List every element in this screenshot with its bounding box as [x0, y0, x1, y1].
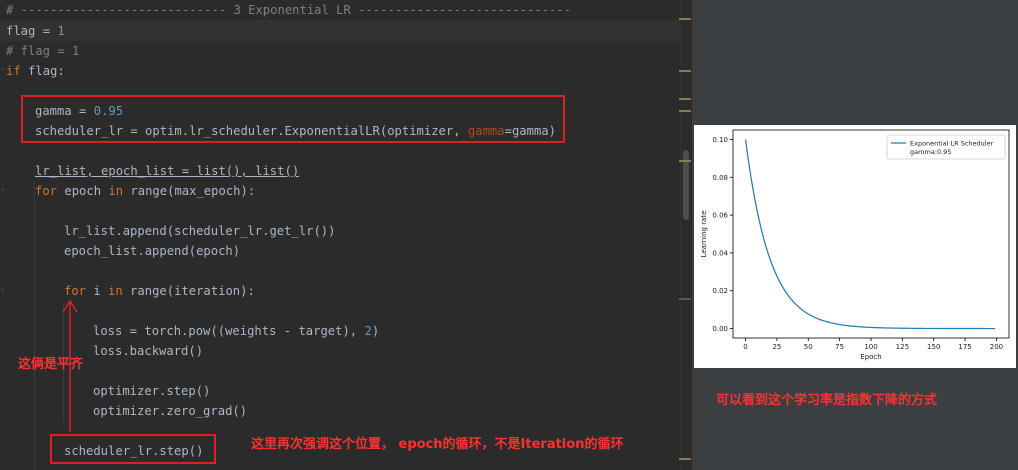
code-line-for-epoch[interactable]: for epoch in range(max_epoch):: [35, 181, 255, 201]
flag-comment: # flag = 1: [6, 44, 80, 58]
loss-expr-end: ): [371, 324, 380, 338]
zero-grad-call: optimizer.zero_grad(): [93, 404, 248, 418]
highlight-box-scheduler: [21, 95, 565, 143]
y-tick-label: 0.10: [712, 136, 728, 144]
code-line-append-epoch[interactable]: epoch_list.append(epoch): [64, 241, 240, 261]
lr-chart-svg: 0 25 50 75 100 125 150 175 200 0.00 0.02 0.04 0.06 0…: [700, 129, 1010, 361]
aligned-note: 这俩是平齐: [18, 357, 84, 372]
y-tick-label: 0.02: [712, 287, 728, 295]
equals-op: =: [35, 24, 58, 38]
list-assign: lr_list, epoch_list =: [35, 164, 197, 178]
code-line-lists[interactable]: lr_list, epoch_list = list(), list(): [35, 161, 299, 181]
current-line-highlight: [0, 20, 680, 41]
x-tick-label: 75: [835, 343, 844, 351]
code-line-opt-step[interactable]: optimizer.step(): [93, 381, 210, 401]
code-line-loss[interactable]: loss = torch.pow((weights - target), 2): [93, 321, 379, 341]
plot-frame: [732, 129, 1010, 339]
loss-expr: loss = torch.pow((weights - target),: [93, 324, 365, 338]
code-line-4[interactable]: if flag:: [6, 61, 65, 81]
power-value: 2: [364, 324, 372, 338]
if-condition: flag:: [20, 64, 65, 78]
loop-var: epoch: [57, 184, 109, 198]
fold-icon[interactable]: ◦: [0, 287, 5, 296]
y-axis-label: Learning rate: [700, 211, 708, 258]
append-epoch-call: epoch_list.append(epoch): [64, 244, 241, 258]
for-keyword: for: [35, 184, 58, 198]
flag-value: 1: [57, 24, 65, 38]
indent-guide: [34, 182, 35, 470]
code-line-backward[interactable]: loss.backward(): [93, 341, 203, 361]
append-lr-call: lr_list.append(scheduler_lr.get_lr()): [64, 224, 336, 238]
backward-call: loss.backward(): [93, 344, 204, 358]
for-keyword: for: [64, 284, 87, 298]
y-tick-label: 0.06: [712, 212, 728, 220]
error-stripe-marker[interactable]: [679, 160, 691, 162]
error-stripe-marker[interactable]: [679, 110, 691, 112]
legend-label-gamma: gamma:0.95: [910, 148, 951, 156]
code-line-1[interactable]: # ---------------------------- 3 Exponen…: [6, 0, 571, 20]
fold-icon[interactable]: ◦: [0, 187, 5, 196]
in-keyword: in: [108, 184, 124, 198]
y-tick-label: 0.04: [712, 249, 728, 257]
comment-header: # ---------------------------- 3 Exponen…: [6, 3, 571, 17]
code-line-2[interactable]: flag = 1: [6, 21, 65, 41]
fold-icon[interactable]: ◦: [0, 67, 5, 76]
error-stripe-marker[interactable]: [679, 458, 691, 460]
x-tick-label: 25: [772, 343, 781, 351]
lr-curve: [744, 139, 996, 330]
x-tick-label: 200: [990, 343, 1003, 351]
range-call: range(iteration):: [122, 284, 255, 298]
loop-var: i: [86, 284, 109, 298]
code-line-for-i[interactable]: for i in range(iteration):: [64, 281, 255, 301]
x-tick-label: 100: [864, 343, 877, 351]
code-line-zero-grad[interactable]: optimizer.zero_grad(): [93, 401, 247, 421]
x-tick-label: 175: [958, 343, 971, 351]
code-line-3[interactable]: # flag = 1: [6, 41, 79, 61]
in-keyword: in: [108, 284, 123, 298]
y-tick-label: 0.08: [712, 174, 728, 182]
optimizer-step-call: optimizer.step(): [93, 384, 211, 398]
code-editor[interactable]: # ---------------------------- 3 Exponen…: [0, 0, 692, 470]
if-keyword: if: [6, 64, 21, 78]
error-stripe-marker[interactable]: [679, 18, 691, 20]
x-tick-label: 0: [743, 343, 747, 351]
range-call: range(max_epoch):: [123, 184, 256, 198]
emphasis-note: 这里再次强调这个位置， epoch的循环，不是Iteration的循环: [251, 437, 624, 452]
error-stripe-marker[interactable]: [679, 70, 691, 72]
x-tick-label: 50: [804, 343, 813, 351]
flag-variable: flag: [6, 24, 36, 38]
legend-label: Exponential LR Scheduler: [910, 140, 994, 148]
lr-chart: 0 25 50 75 100 125 150 175 200 0.00 0.02 0.04 0.06 0…: [694, 125, 1016, 368]
highlight-box-scheduler-step: [50, 434, 216, 464]
legend: Exponential LR Scheduler gamma:0.95: [886, 134, 1006, 160]
conclusion-note: 可以看到这个学习率是指数下降的方式: [716, 393, 938, 408]
list-constructors: list(), list(): [196, 164, 300, 178]
error-stripe-marker[interactable]: [679, 98, 691, 100]
x-tick-label: 150: [927, 343, 940, 351]
code-line-append-lr[interactable]: lr_list.append(scheduler_lr.get_lr()): [64, 221, 336, 241]
y-tick-label: 0.00: [712, 325, 728, 333]
x-tick-label: 125: [896, 343, 909, 351]
error-stripe-marker[interactable]: [679, 298, 691, 300]
x-axis-label: Epoch: [860, 353, 881, 361]
